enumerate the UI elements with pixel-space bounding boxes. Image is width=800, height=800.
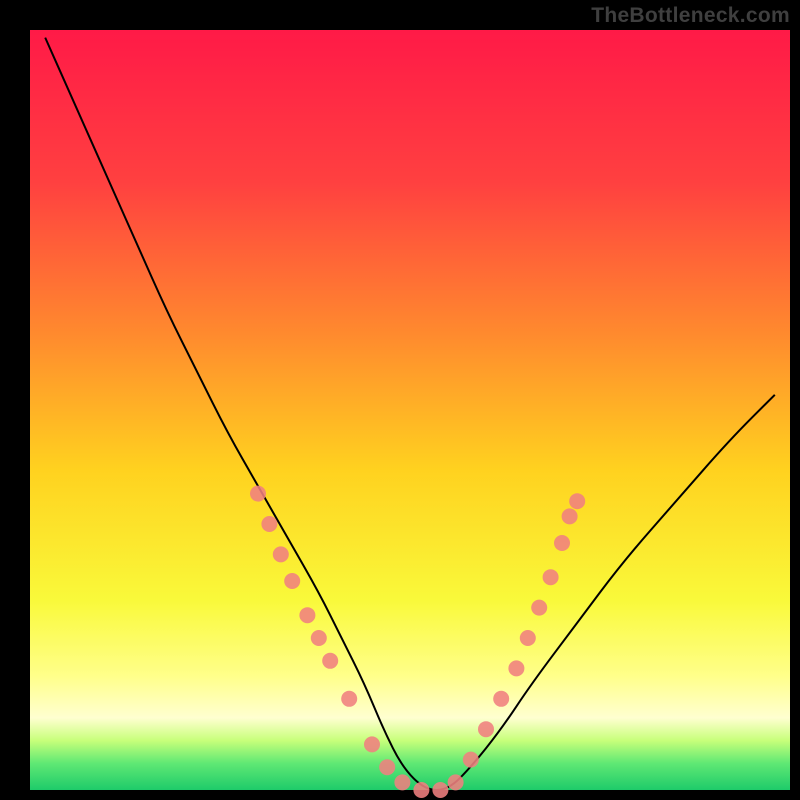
highlight-point	[311, 630, 327, 646]
highlight-point	[299, 607, 315, 623]
highlight-point	[250, 486, 266, 502]
highlight-point	[493, 691, 509, 707]
chart-canvas	[0, 0, 800, 800]
highlight-point	[520, 630, 536, 646]
highlight-point	[364, 736, 380, 752]
highlight-point	[432, 782, 448, 798]
watermark-text: TheBottleneck.com	[591, 4, 790, 28]
highlight-point	[531, 600, 547, 616]
highlight-point	[322, 653, 338, 669]
highlight-point	[448, 774, 464, 790]
highlight-point	[379, 759, 395, 775]
highlight-point	[273, 546, 289, 562]
highlight-point	[394, 774, 410, 790]
highlight-point	[508, 660, 524, 676]
highlight-point	[554, 535, 570, 551]
highlight-point	[261, 516, 277, 532]
highlight-point	[341, 691, 357, 707]
plot-background	[30, 30, 790, 790]
highlight-point	[543, 569, 559, 585]
highlight-point	[413, 782, 429, 798]
chart-stage: TheBottleneck.com	[0, 0, 800, 800]
highlight-point	[463, 752, 479, 768]
highlight-point	[478, 721, 494, 737]
highlight-point	[562, 508, 578, 524]
highlight-point	[284, 573, 300, 589]
highlight-point	[569, 493, 585, 509]
